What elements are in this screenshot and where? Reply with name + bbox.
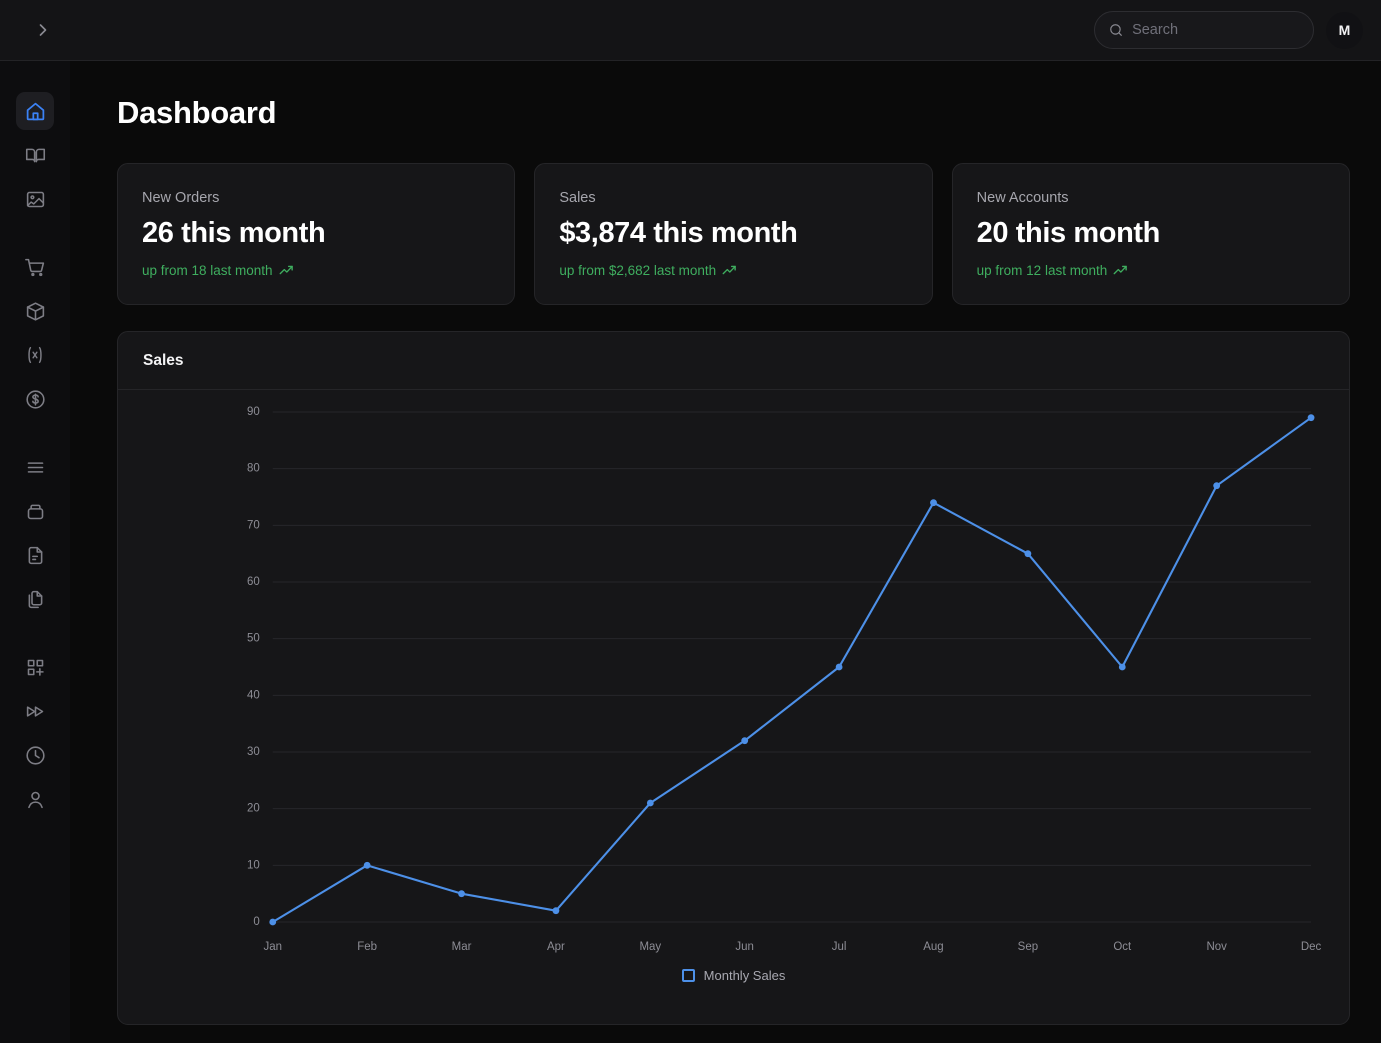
x-axis-ticks: Jan Feb Mar Apr May Jun Jul Aug Sep Oct Nov Dec — [263, 941, 1321, 953]
sidebar-item-lists[interactable] — [16, 448, 54, 486]
svg-text:80: 80 — [247, 463, 260, 475]
svg-text:Sep: Sep — [1018, 941, 1038, 953]
avatar[interactable]: M — [1326, 11, 1363, 49]
dollar-circle-icon — [25, 389, 45, 409]
search-icon — [1110, 24, 1122, 36]
svg-text:20: 20 — [247, 803, 260, 815]
series-data-points — [269, 414, 1315, 926]
shopping-cart-icon — [24, 258, 44, 276]
svg-text:10: 10 — [247, 859, 260, 871]
svg-text:Apr: Apr — [547, 941, 565, 953]
book-icon — [25, 148, 45, 162]
main-content: Dashboard New Orders 26 this month up fr… — [70, 61, 1381, 1043]
svg-text:Jun: Jun — [735, 941, 754, 953]
search-box[interactable] — [1094, 11, 1314, 49]
sidebar-item-documents[interactable] — [16, 536, 54, 574]
chart-legend: Monthly Sales — [118, 968, 1349, 983]
top-bar-right: M — [1094, 11, 1363, 49]
svg-text:May: May — [639, 941, 661, 953]
avatar-initial: M — [1338, 22, 1351, 38]
svg-text:Jul: Jul — [832, 941, 847, 953]
box-icon — [26, 301, 44, 321]
home-icon — [26, 102, 44, 120]
app-root: M — [0, 0, 1381, 1043]
stat-label: Sales — [559, 190, 596, 206]
svg-text:0: 0 — [253, 916, 259, 928]
sidebar-item-account[interactable] — [16, 780, 54, 818]
stat-delta-text: up from 18 last month — [142, 263, 273, 278]
sidebar-item-add-widget[interactable] — [16, 648, 54, 686]
stat-delta-text: up from 12 last month — [976, 263, 1108, 278]
stat-value: 26 this month — [142, 217, 326, 249]
sidebar-item-history[interactable] — [16, 736, 54, 774]
stat-delta: up from 12 last month — [977, 263, 1325, 278]
trend-up-icon — [722, 265, 736, 275]
sidebar-item-home[interactable] — [16, 92, 54, 130]
chart-body: 0 10 20 30 40 50 60 70 80 90 Jan Feb Mar Apr May Jun Ju… — [118, 390, 1349, 1025]
list-icon — [27, 461, 43, 473]
svg-text:Oct: Oct — [1113, 941, 1132, 953]
svg-text:Aug: Aug — [923, 941, 943, 953]
sidebar-item-fast-forward[interactable] — [16, 692, 54, 730]
user-icon — [27, 791, 43, 808]
trend-up-icon — [1113, 265, 1128, 275]
page-title: Dashboard — [117, 95, 277, 130]
clock-icon — [25, 745, 45, 765]
variable-icon — [28, 346, 42, 364]
sales-line-chart[interactable]: 0 10 20 30 40 50 60 70 80 90 Jan Feb Mar Apr May Jun Ju… — [118, 390, 1349, 1025]
svg-text:Nov: Nov — [1206, 941, 1227, 953]
svg-text:90: 90 — [247, 406, 260, 418]
stat-label: New Orders — [142, 190, 220, 206]
svg-text:Dec: Dec — [1301, 941, 1322, 953]
svg-text:40: 40 — [247, 689, 260, 701]
top-bar: M — [0, 0, 1381, 61]
grid-plus-icon — [27, 659, 44, 676]
grid-lines — [272, 411, 1312, 923]
sidebar-item-book[interactable] — [16, 136, 54, 174]
svg-text:Feb: Feb — [357, 941, 377, 953]
sidebar-expand-button[interactable] — [21, 8, 65, 52]
y-axis-ticks: 0 10 20 30 40 50 60 70 80 90 — [247, 406, 260, 928]
chart-card-header: Sales — [118, 332, 1349, 390]
sidebar-item-payments[interactable] — [16, 380, 54, 418]
series-line-monthly-sales — [271, 416, 1313, 924]
svg-text:60: 60 — [247, 576, 260, 588]
stat-label: New Accounts — [976, 190, 1069, 206]
trend-up-icon — [279, 265, 293, 275]
stat-value: 20 this month — [976, 217, 1161, 249]
svg-text:70: 70 — [247, 519, 260, 531]
sidebar-item-products[interactable] — [16, 292, 54, 330]
chart-card-title: Sales — [143, 351, 184, 369]
stat-card-sales: Sales $3,874 this month up from $2,682 l… — [534, 163, 933, 305]
chevron-right-icon — [39, 24, 47, 36]
file-text-icon — [28, 546, 42, 564]
image-icon — [26, 191, 44, 207]
stat-card-new-orders: New Orders 26 this month up from 18 last… — [117, 163, 516, 305]
stat-card-row: New Orders 26 this month up from 18 last… — [117, 163, 1350, 305]
svg-text:30: 30 — [247, 746, 260, 758]
legend-swatch-monthly-sales — [681, 969, 695, 982]
search-input[interactable] — [1132, 22, 1299, 38]
svg-text:Jan: Jan — [263, 941, 282, 953]
legend-label-monthly-sales: Monthly Sales — [703, 968, 786, 983]
stat-value: $3,874 this month — [559, 217, 798, 249]
stat-card-new-accounts: New Accounts 20 this month up from 12 la… — [951, 163, 1350, 305]
stat-delta: up from $2,682 last month — [559, 263, 907, 278]
sidebar-item-variables[interactable] — [16, 336, 54, 374]
sidebar-item-archive[interactable] — [16, 492, 54, 530]
sidebar-item-copies[interactable] — [16, 580, 54, 618]
stat-delta-text: up from $2,682 last month — [559, 263, 717, 278]
sidebar-item-orders[interactable] — [16, 248, 54, 286]
sales-chart-card: Sales 0 10 20 30 40 50 60 70 80 90 Jan Feb Mar Apr Ma… — [117, 331, 1350, 1025]
svg-text:50: 50 — [247, 633, 260, 645]
sidebar — [0, 61, 70, 1043]
fast-forward-icon — [26, 705, 43, 717]
copy-files-icon — [28, 590, 42, 608]
stat-delta: up from 18 last month — [142, 263, 490, 278]
sidebar-item-images[interactable] — [16, 180, 54, 218]
archive-icon — [27, 504, 43, 519]
svg-text:Mar: Mar — [452, 941, 472, 953]
